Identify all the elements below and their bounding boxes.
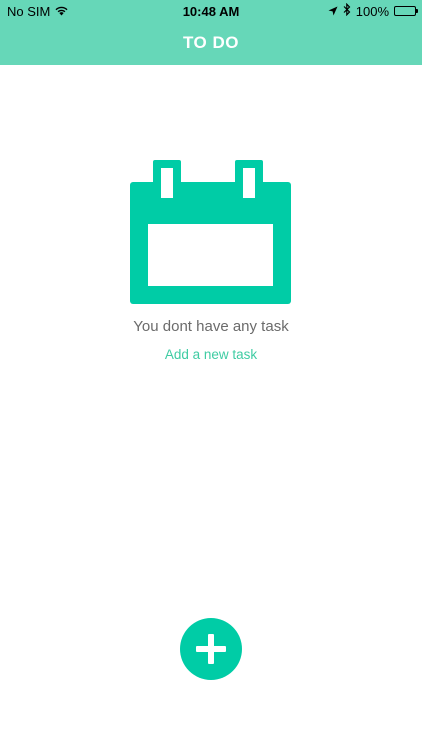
add-task-button[interactable]	[180, 618, 242, 680]
add-new-task-link[interactable]: Add a new task	[0, 347, 422, 362]
battery-icon	[394, 6, 418, 16]
plus-icon	[196, 634, 226, 664]
calendar-icon	[130, 160, 291, 304]
empty-state-message: You dont have any task	[133, 318, 289, 335]
location-arrow-icon	[328, 4, 338, 19]
top-bar: No SIM 10:48 AM 100% TO DO	[0, 0, 422, 65]
status-right: 100%	[328, 2, 418, 19]
battery-percent: 100%	[355, 3, 389, 19]
bluetooth-icon	[343, 2, 351, 19]
page-title: TO DO	[182, 33, 240, 52]
status-bar: No SIM 10:48 AM 100%	[0, 0, 422, 22]
